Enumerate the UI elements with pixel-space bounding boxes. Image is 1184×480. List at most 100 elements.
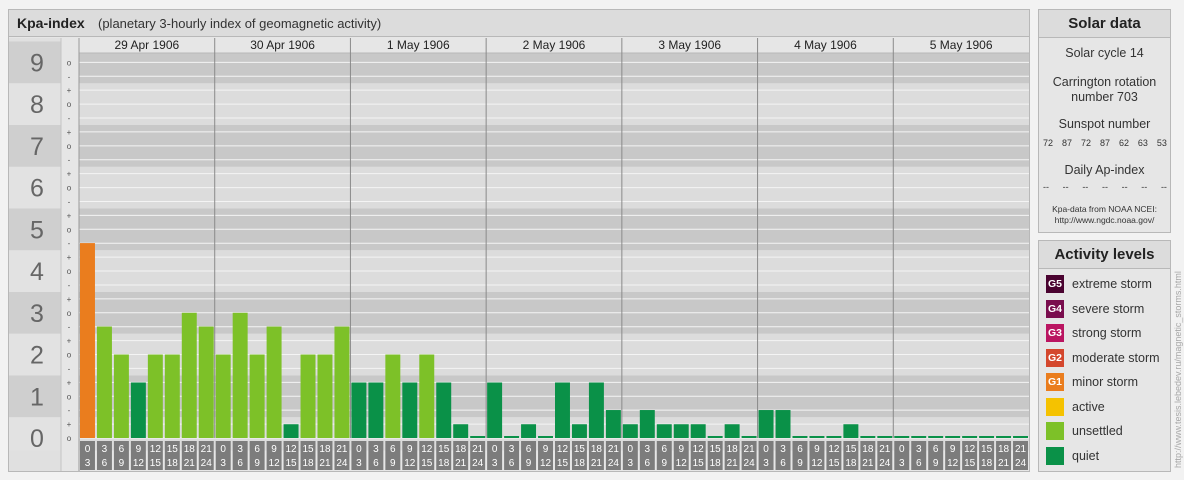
- interval-end-label: 15: [693, 458, 705, 469]
- interval-start-label: 15: [167, 444, 179, 455]
- kpa-bar: [402, 382, 418, 438]
- interval-end-label: 21: [998, 458, 1010, 469]
- minor-tick-label: -: [68, 239, 71, 248]
- ap-values-row: -- -- -- -- -- -- --: [1043, 182, 1167, 192]
- interval-start-label: 15: [710, 444, 722, 455]
- level-label: extreme storm: [1072, 277, 1152, 291]
- sunspot-value: 87: [1099, 138, 1110, 148]
- interval-start-label: 9: [950, 444, 956, 455]
- interval-end-label: 12: [811, 458, 823, 469]
- interval-start-label: 15: [302, 444, 314, 455]
- minor-tick-label: +: [67, 128, 72, 137]
- interval-end-label: 24: [336, 458, 348, 469]
- minor-tick-label: +: [67, 295, 72, 304]
- interval-end-label: 18: [167, 458, 179, 469]
- ap-value: --: [1141, 182, 1148, 192]
- interval-end-label: 15: [421, 458, 433, 469]
- interval-start-label: 0: [492, 444, 498, 455]
- kpa-bar: [300, 354, 316, 438]
- kpa-bar: [707, 436, 723, 438]
- interval-end-label: 18: [710, 458, 722, 469]
- sunspot-value: 53: [1156, 138, 1167, 148]
- kpa-bar: [979, 436, 995, 438]
- level-item-unsettled: unsettled: [1046, 422, 1123, 440]
- carrington-rotation-number: number 703: [1071, 90, 1138, 104]
- interval-start-label: 21: [744, 444, 756, 455]
- interval-start-label: 6: [526, 444, 532, 455]
- data-source-link[interactable]: http://www.ngdc.noaa.gov/: [1039, 215, 1170, 226]
- interval-end-label: 15: [557, 458, 569, 469]
- interval-start-label: 0: [220, 444, 226, 455]
- y-tick-label: 2: [30, 342, 44, 370]
- interval-end-label: 6: [102, 458, 108, 469]
- ap-value: --: [1101, 182, 1108, 192]
- kpa-bar: [877, 436, 893, 438]
- chart-header: Kpa-index (planetary 3-hourly index of g…: [9, 10, 1029, 37]
- minor-tick-label: o: [67, 309, 72, 318]
- kpa-bar: [147, 354, 163, 438]
- activity-levels-panel: Activity levels G5 extreme storm G4 seve…: [1038, 240, 1171, 472]
- minor-tick-label: o: [67, 100, 72, 109]
- day-label: 1 May 1906: [387, 38, 450, 52]
- ap-value: --: [1160, 182, 1167, 192]
- level-item-moderate-storm: G2 moderate storm: [1046, 348, 1160, 367]
- interval-end-label: 9: [661, 458, 667, 469]
- interval-start-label: 9: [136, 444, 142, 455]
- interval-end-label: 24: [608, 458, 620, 469]
- kpa-bar: [470, 436, 486, 438]
- level-swatch-quiet: [1046, 446, 1064, 465]
- interval-start-label: 12: [285, 444, 297, 455]
- y-tick-label: 6: [30, 175, 44, 203]
- day-label: 4 May 1906: [794, 38, 857, 52]
- interval-start-label: 18: [591, 444, 603, 455]
- minor-tick-label: -: [68, 364, 71, 373]
- interval-start-label: 18: [998, 444, 1010, 455]
- watermark-text: http://www.tesis.lebedev.ru/magnetic_sto…: [1173, 271, 1183, 468]
- kpa-bar: [555, 382, 570, 438]
- interval-end-label: 21: [591, 458, 603, 469]
- kpa-bar: [368, 382, 384, 438]
- kpa-bar: [605, 410, 621, 438]
- kpa-chart-panel: Kpa-index (planetary 3-hourly index of g…: [8, 9, 1030, 472]
- kpa-bar: [130, 382, 146, 438]
- source-watermark: http://www.tesis.lebedev.ru/magnetic_sto…: [1173, 271, 1183, 468]
- interval-end-label: 12: [133, 458, 145, 469]
- kpa-bar: [639, 410, 655, 438]
- level-label: minor storm: [1072, 375, 1138, 389]
- interval-end-label: 3: [492, 458, 498, 469]
- sunspot-value: 63: [1137, 138, 1148, 148]
- kpa-bar: [317, 354, 333, 438]
- interval-start-label: 12: [150, 444, 162, 455]
- interval-end-label: 9: [390, 458, 396, 469]
- minor-tick-label: +: [67, 420, 72, 429]
- kpa-bar: [436, 382, 452, 438]
- kpa-bar: [792, 436, 808, 438]
- kpa-bar: [724, 424, 740, 438]
- kpa-bar: [504, 436, 520, 438]
- interval-start-label: 15: [845, 444, 857, 455]
- sunspot-values-row: 72 87 72 87 62 63 53: [1043, 138, 1167, 148]
- interval-start-label: 18: [862, 444, 874, 455]
- interval-start-label: 0: [899, 444, 905, 455]
- solar-data-panel: Solar data Solar cycle 14 Carrington rot…: [1038, 9, 1171, 233]
- level-item-active: active: [1046, 397, 1105, 416]
- level-item-severe-storm: G4 severe storm: [1046, 299, 1144, 318]
- interval-end-label: 9: [797, 458, 803, 469]
- y-tick-label: 0: [30, 425, 44, 453]
- ap-value: --: [1062, 182, 1069, 192]
- interval-end-label: 12: [269, 458, 281, 469]
- kpa-bar: [894, 436, 910, 438]
- kpa-bar: [826, 436, 842, 438]
- kpa-bar: [690, 424, 706, 438]
- interval-start-label: 12: [421, 444, 433, 455]
- kpa-bar: [419, 354, 435, 438]
- day-label: 30 Apr 1906: [250, 38, 315, 52]
- y-tick-label: 4: [30, 258, 44, 286]
- interval-end-label: 24: [1015, 458, 1027, 469]
- interval-start-label: 3: [645, 444, 651, 455]
- y-tick-label: 3: [30, 300, 44, 328]
- interval-end-label: 9: [933, 458, 939, 469]
- interval-start-label: 18: [727, 444, 739, 455]
- minor-tick-label: o: [67, 184, 72, 193]
- interval-start-label: 6: [390, 444, 396, 455]
